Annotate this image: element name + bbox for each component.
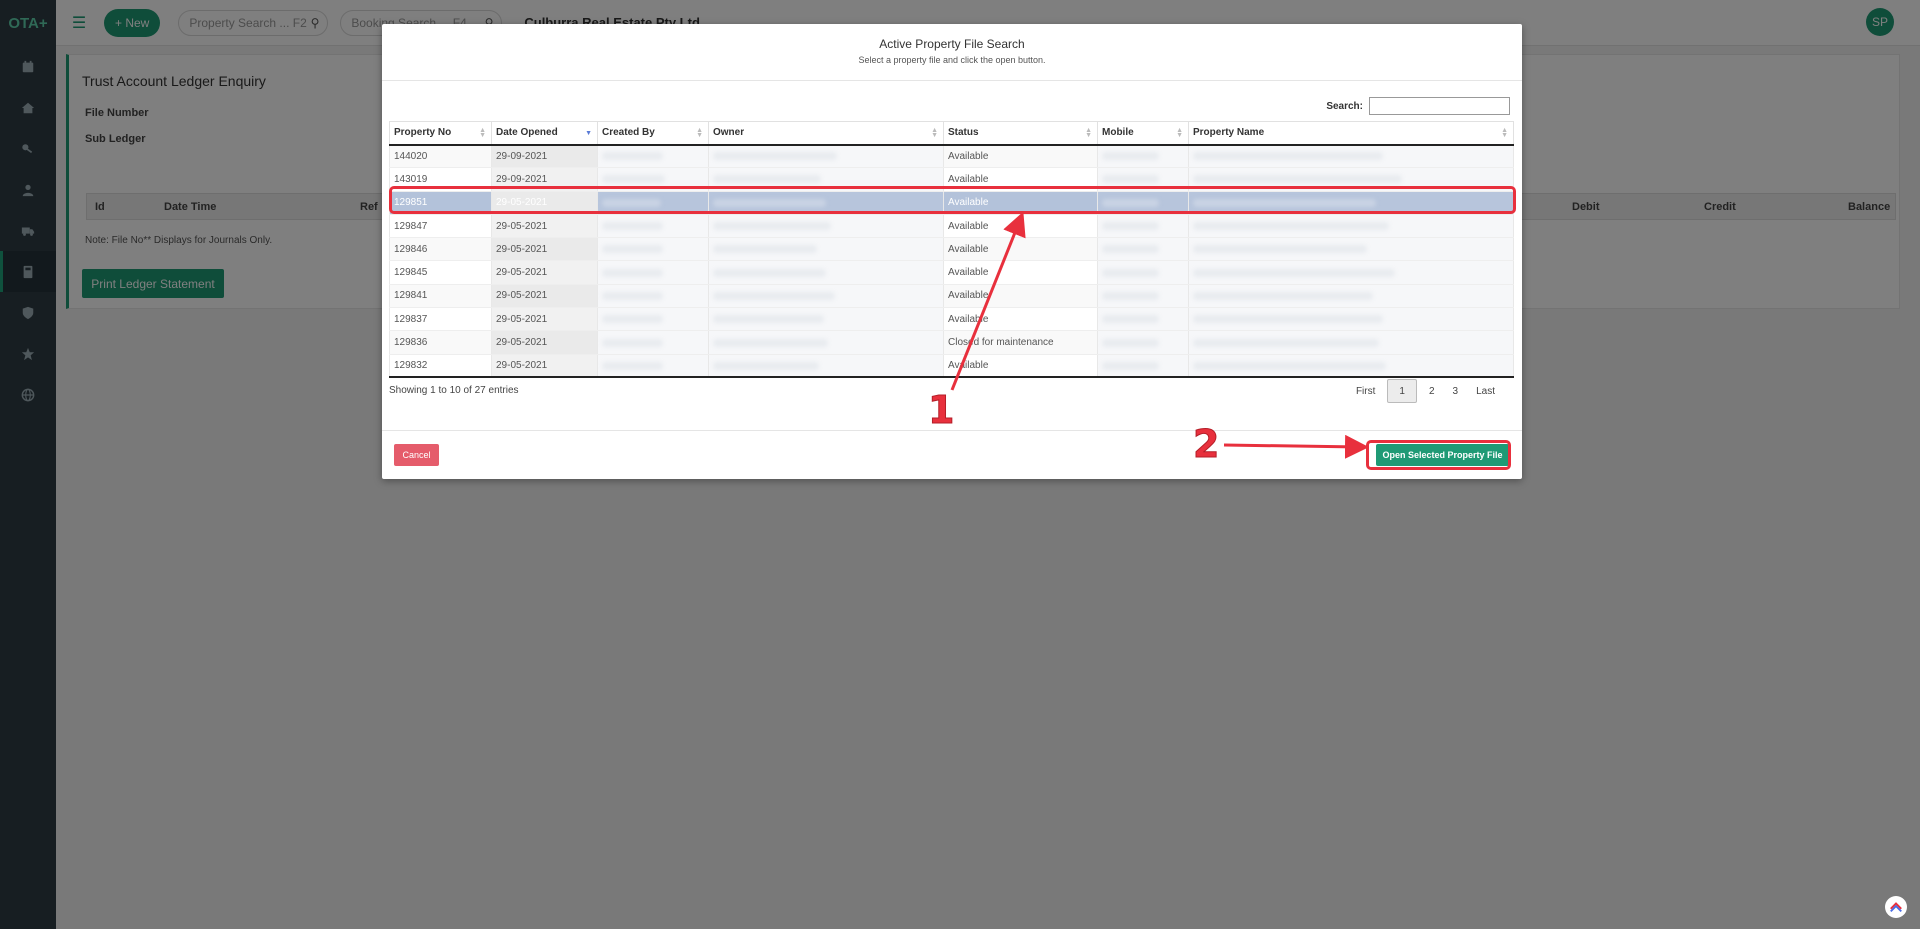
step-1-label: 1 — [927, 388, 955, 433]
annotation-arrows — [950, 211, 1369, 459]
arrow-to-row — [950, 211, 1026, 391]
step-2-label: 2 — [1192, 422, 1220, 467]
arrow-to-button — [1223, 434, 1369, 459]
help-widget-icon[interactable] — [1885, 896, 1907, 918]
help-widget-glyph — [1890, 902, 1902, 913]
